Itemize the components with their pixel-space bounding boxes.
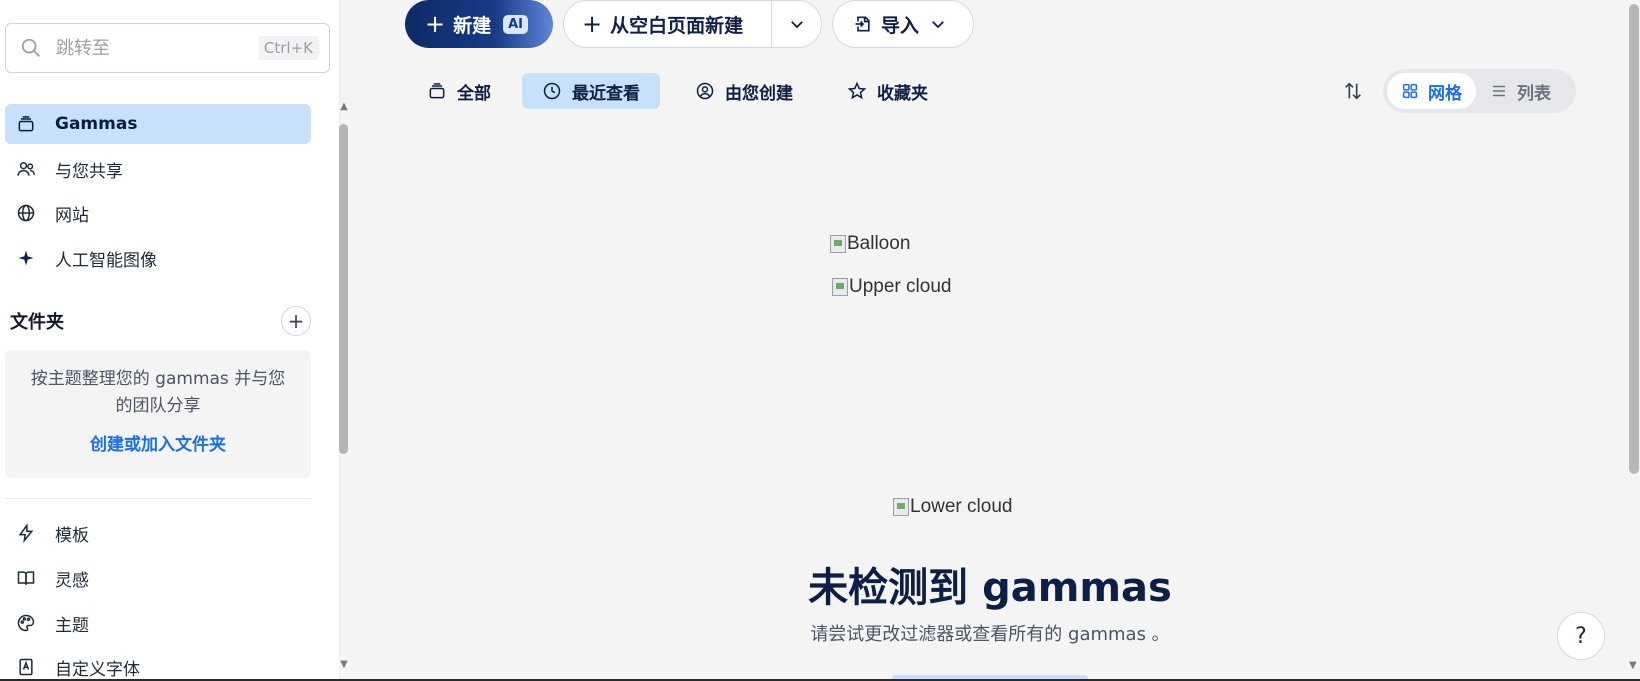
scroll-down-icon[interactable]: ▼ xyxy=(338,660,350,670)
broken-image-icon xyxy=(832,278,848,296)
sidebar-item-gammas[interactable]: Gammas xyxy=(5,104,311,144)
sidebar: Ctrl+K Gammas 与您共享 网站 人工智能图像 文件夹 + 按主题整理… xyxy=(0,0,340,681)
star-icon xyxy=(847,81,867,100)
folders-title: 文件夹 xyxy=(10,312,64,333)
sidebar-scrollbar[interactable]: ▲ ▼ xyxy=(338,100,352,672)
lower-cloud-alt: Lower cloud xyxy=(910,496,1013,517)
scroll-up-icon[interactable]: ▲ xyxy=(338,102,350,112)
new-from-blank-dropdown[interactable] xyxy=(772,1,821,47)
sort-button[interactable] xyxy=(1340,78,1366,104)
new-from-blank-label: 从空白页面新建 xyxy=(610,14,744,37)
tab-recent[interactable]: 最近查看 xyxy=(522,73,660,109)
search-input[interactable] xyxy=(56,37,246,59)
font-book-icon xyxy=(15,656,37,678)
sidebar-item-label: 自定义字体 xyxy=(55,659,140,680)
folders-description: 按主题整理您的 gammas 并与您的团队分享 xyxy=(30,369,286,416)
import-icon xyxy=(855,16,870,32)
tab-all[interactable]: 全部 xyxy=(407,73,511,109)
tab-label: 由您创建 xyxy=(725,83,793,104)
tab-label: 收藏夹 xyxy=(877,83,928,104)
import-button[interactable]: 导入 xyxy=(832,0,974,48)
tab-favorites[interactable]: 收藏夹 xyxy=(827,73,948,109)
folders-empty-box: 按主题整理您的 gammas 并与您的团队分享 创建或加入文件夹 xyxy=(5,350,311,478)
balloon-image: Balloon xyxy=(830,233,910,255)
upper-cloud-alt: Upper cloud xyxy=(849,276,952,297)
cards-icon xyxy=(429,83,445,99)
list-view-label: 列表 xyxy=(1517,83,1551,104)
chevron-down-icon xyxy=(932,21,944,29)
new-from-blank-button[interactable]: + 从空白页面新建 xyxy=(564,1,772,47)
folders-header: 文件夹 + xyxy=(10,306,311,336)
page-scrollbar[interactable]: ▼ xyxy=(1626,0,1640,681)
list-view-button[interactable]: 列表 xyxy=(1476,73,1565,109)
lower-cloud-image: Lower cloud xyxy=(893,496,1012,518)
palette-icon xyxy=(15,612,37,634)
sidebar-item-shared[interactable]: 与您共享 xyxy=(5,149,311,189)
users-icon xyxy=(15,158,37,180)
stack-icon xyxy=(15,113,37,135)
sidebar-divider xyxy=(5,498,311,499)
help-button[interactable]: ? xyxy=(1557,612,1605,660)
sidebar-item-templates[interactable]: 模板 xyxy=(5,513,311,553)
view-toggle: 网格 列表 xyxy=(1383,69,1576,113)
broken-image-icon xyxy=(830,235,846,253)
plus-icon: + xyxy=(287,309,305,333)
balloon-alt: Balloon xyxy=(847,233,911,254)
empty-state-subtitle: 请尝试更改过滤器或查看所有的 gammas 。 xyxy=(810,624,1170,645)
book-icon xyxy=(15,567,37,589)
bolt-icon xyxy=(15,522,37,544)
sidebar-item-ai-images[interactable]: 人工智能图像 xyxy=(5,238,311,278)
broken-image-icon xyxy=(893,498,909,516)
ai-badge: AI xyxy=(503,14,529,34)
tab-label: 最近查看 xyxy=(572,83,640,104)
sidebar-item-label: 灵感 xyxy=(55,570,89,591)
create-folder-link[interactable]: 创建或加入文件夹 xyxy=(23,430,293,455)
sparkle-icon xyxy=(15,247,37,269)
sidebar-item-label: 主题 xyxy=(55,615,89,636)
plus-icon: + xyxy=(425,10,446,38)
sidebar-item-label: 人工智能图像 xyxy=(55,250,157,271)
add-folder-button[interactable]: + xyxy=(281,306,311,336)
user-circle-icon xyxy=(696,82,714,100)
new-label: 新建 xyxy=(453,14,492,37)
sidebar-item-sites[interactable]: 网站 xyxy=(5,193,311,233)
page-scroll-thumb[interactable] xyxy=(1629,4,1639,474)
sidebar-scroll-thumb[interactable] xyxy=(339,124,348,454)
globe-icon xyxy=(15,202,37,224)
grid-view-label: 网格 xyxy=(1428,83,1462,104)
sidebar-item-label: 模板 xyxy=(55,525,89,546)
sidebar-item-label: Gammas xyxy=(55,114,138,134)
grid-view-button[interactable]: 网格 xyxy=(1387,73,1476,109)
import-label: 导入 xyxy=(881,14,920,37)
empty-state-title: 未检测到 gammas xyxy=(808,565,1172,611)
new-from-blank-group: + 从空白页面新建 xyxy=(563,0,822,48)
upper-cloud-image: Upper cloud xyxy=(832,276,951,298)
sidebar-item-label: 网站 xyxy=(55,205,89,226)
sidebar-item-label: 与您共享 xyxy=(55,161,123,182)
search-shortcut: Ctrl+K xyxy=(257,36,319,60)
search-box[interactable]: Ctrl+K xyxy=(5,23,330,73)
tab-label: 全部 xyxy=(457,83,491,104)
tab-created-by-you[interactable]: 由您创建 xyxy=(675,73,813,109)
list-icon xyxy=(1493,85,1505,97)
sidebar-item-custom-fonts[interactable]: 自定义字体 xyxy=(5,647,311,681)
new-ai-button[interactable]: + 新建 AI xyxy=(405,0,553,48)
sidebar-item-inspiration[interactable]: 灵感 xyxy=(5,558,311,598)
search-icon xyxy=(21,38,40,57)
help-icon: ? xyxy=(1575,623,1587,649)
grid-icon xyxy=(1402,83,1418,99)
sort-icon xyxy=(1345,82,1361,100)
chevron-down-icon xyxy=(790,21,803,29)
scroll-down-icon[interactable]: ▼ xyxy=(1629,660,1637,671)
plus-icon: + xyxy=(582,10,603,38)
clock-icon xyxy=(543,82,561,100)
sidebar-item-themes[interactable]: 主题 xyxy=(5,603,311,643)
